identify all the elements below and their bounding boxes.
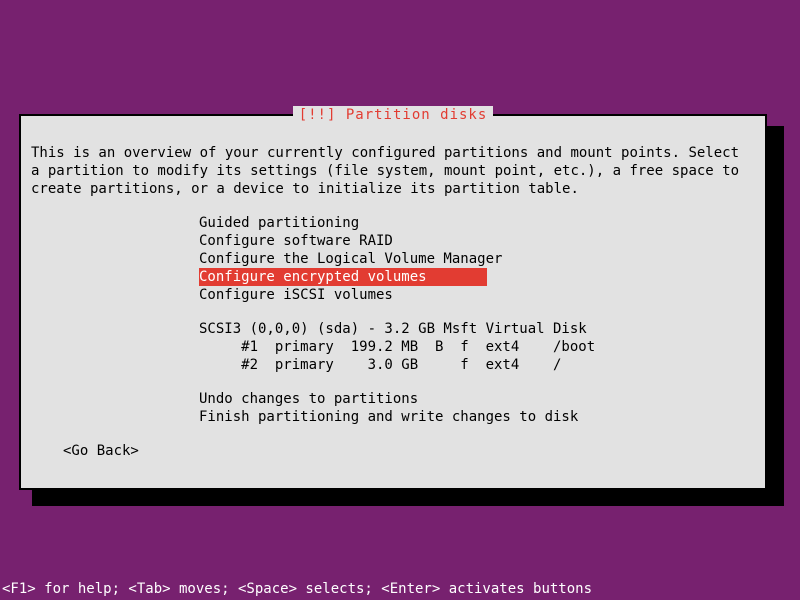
- help-bar: <F1> for help; <Tab> moves; <Space> sele…: [0, 581, 800, 597]
- menu-configure-lvm[interactable]: Configure the Logical Volume Manager: [199, 250, 755, 268]
- go-back-button[interactable]: <Go Back>: [63, 442, 755, 460]
- partition-1[interactable]: #1 primary 199.2 MB B f ext4 /boot: [199, 338, 755, 356]
- menu-configure-raid[interactable]: Configure software RAID: [199, 232, 755, 250]
- installer-screen: [!!] Partition disks This is an overview…: [0, 0, 800, 600]
- partition-2[interactable]: #2 primary 3.0 GB f ext4 /: [199, 356, 755, 374]
- dialog-title-row: [!!] Partition disks: [21, 106, 765, 124]
- menu-configure-iscsi[interactable]: Configure iSCSI volumes: [199, 286, 755, 304]
- menu-configure-encrypted[interactable]: Configure encrypted volumes: [199, 268, 487, 286]
- partition-dialog: [!!] Partition disks This is an overview…: [19, 114, 767, 490]
- dialog-title: [!!] Partition disks: [293, 106, 494, 124]
- menu-guided-partitioning[interactable]: Guided partitioning: [199, 214, 755, 232]
- dialog-body: This is an overview of your currently co…: [31, 144, 755, 460]
- disk-block: SCSI3 (0,0,0) (sda) - 3.2 GB Msft Virtua…: [199, 320, 755, 374]
- undo-changes[interactable]: Undo changes to partitions: [199, 390, 755, 408]
- finish-partitioning[interactable]: Finish partitioning and write changes to…: [199, 408, 755, 426]
- intro-text: This is an overview of your currently co…: [31, 144, 755, 198]
- actions-block: Undo changes to partitions Finish partit…: [199, 390, 755, 426]
- main-menu: Guided partitioning Configure software R…: [199, 214, 755, 304]
- disk-header[interactable]: SCSI3 (0,0,0) (sda) - 3.2 GB Msft Virtua…: [199, 320, 755, 338]
